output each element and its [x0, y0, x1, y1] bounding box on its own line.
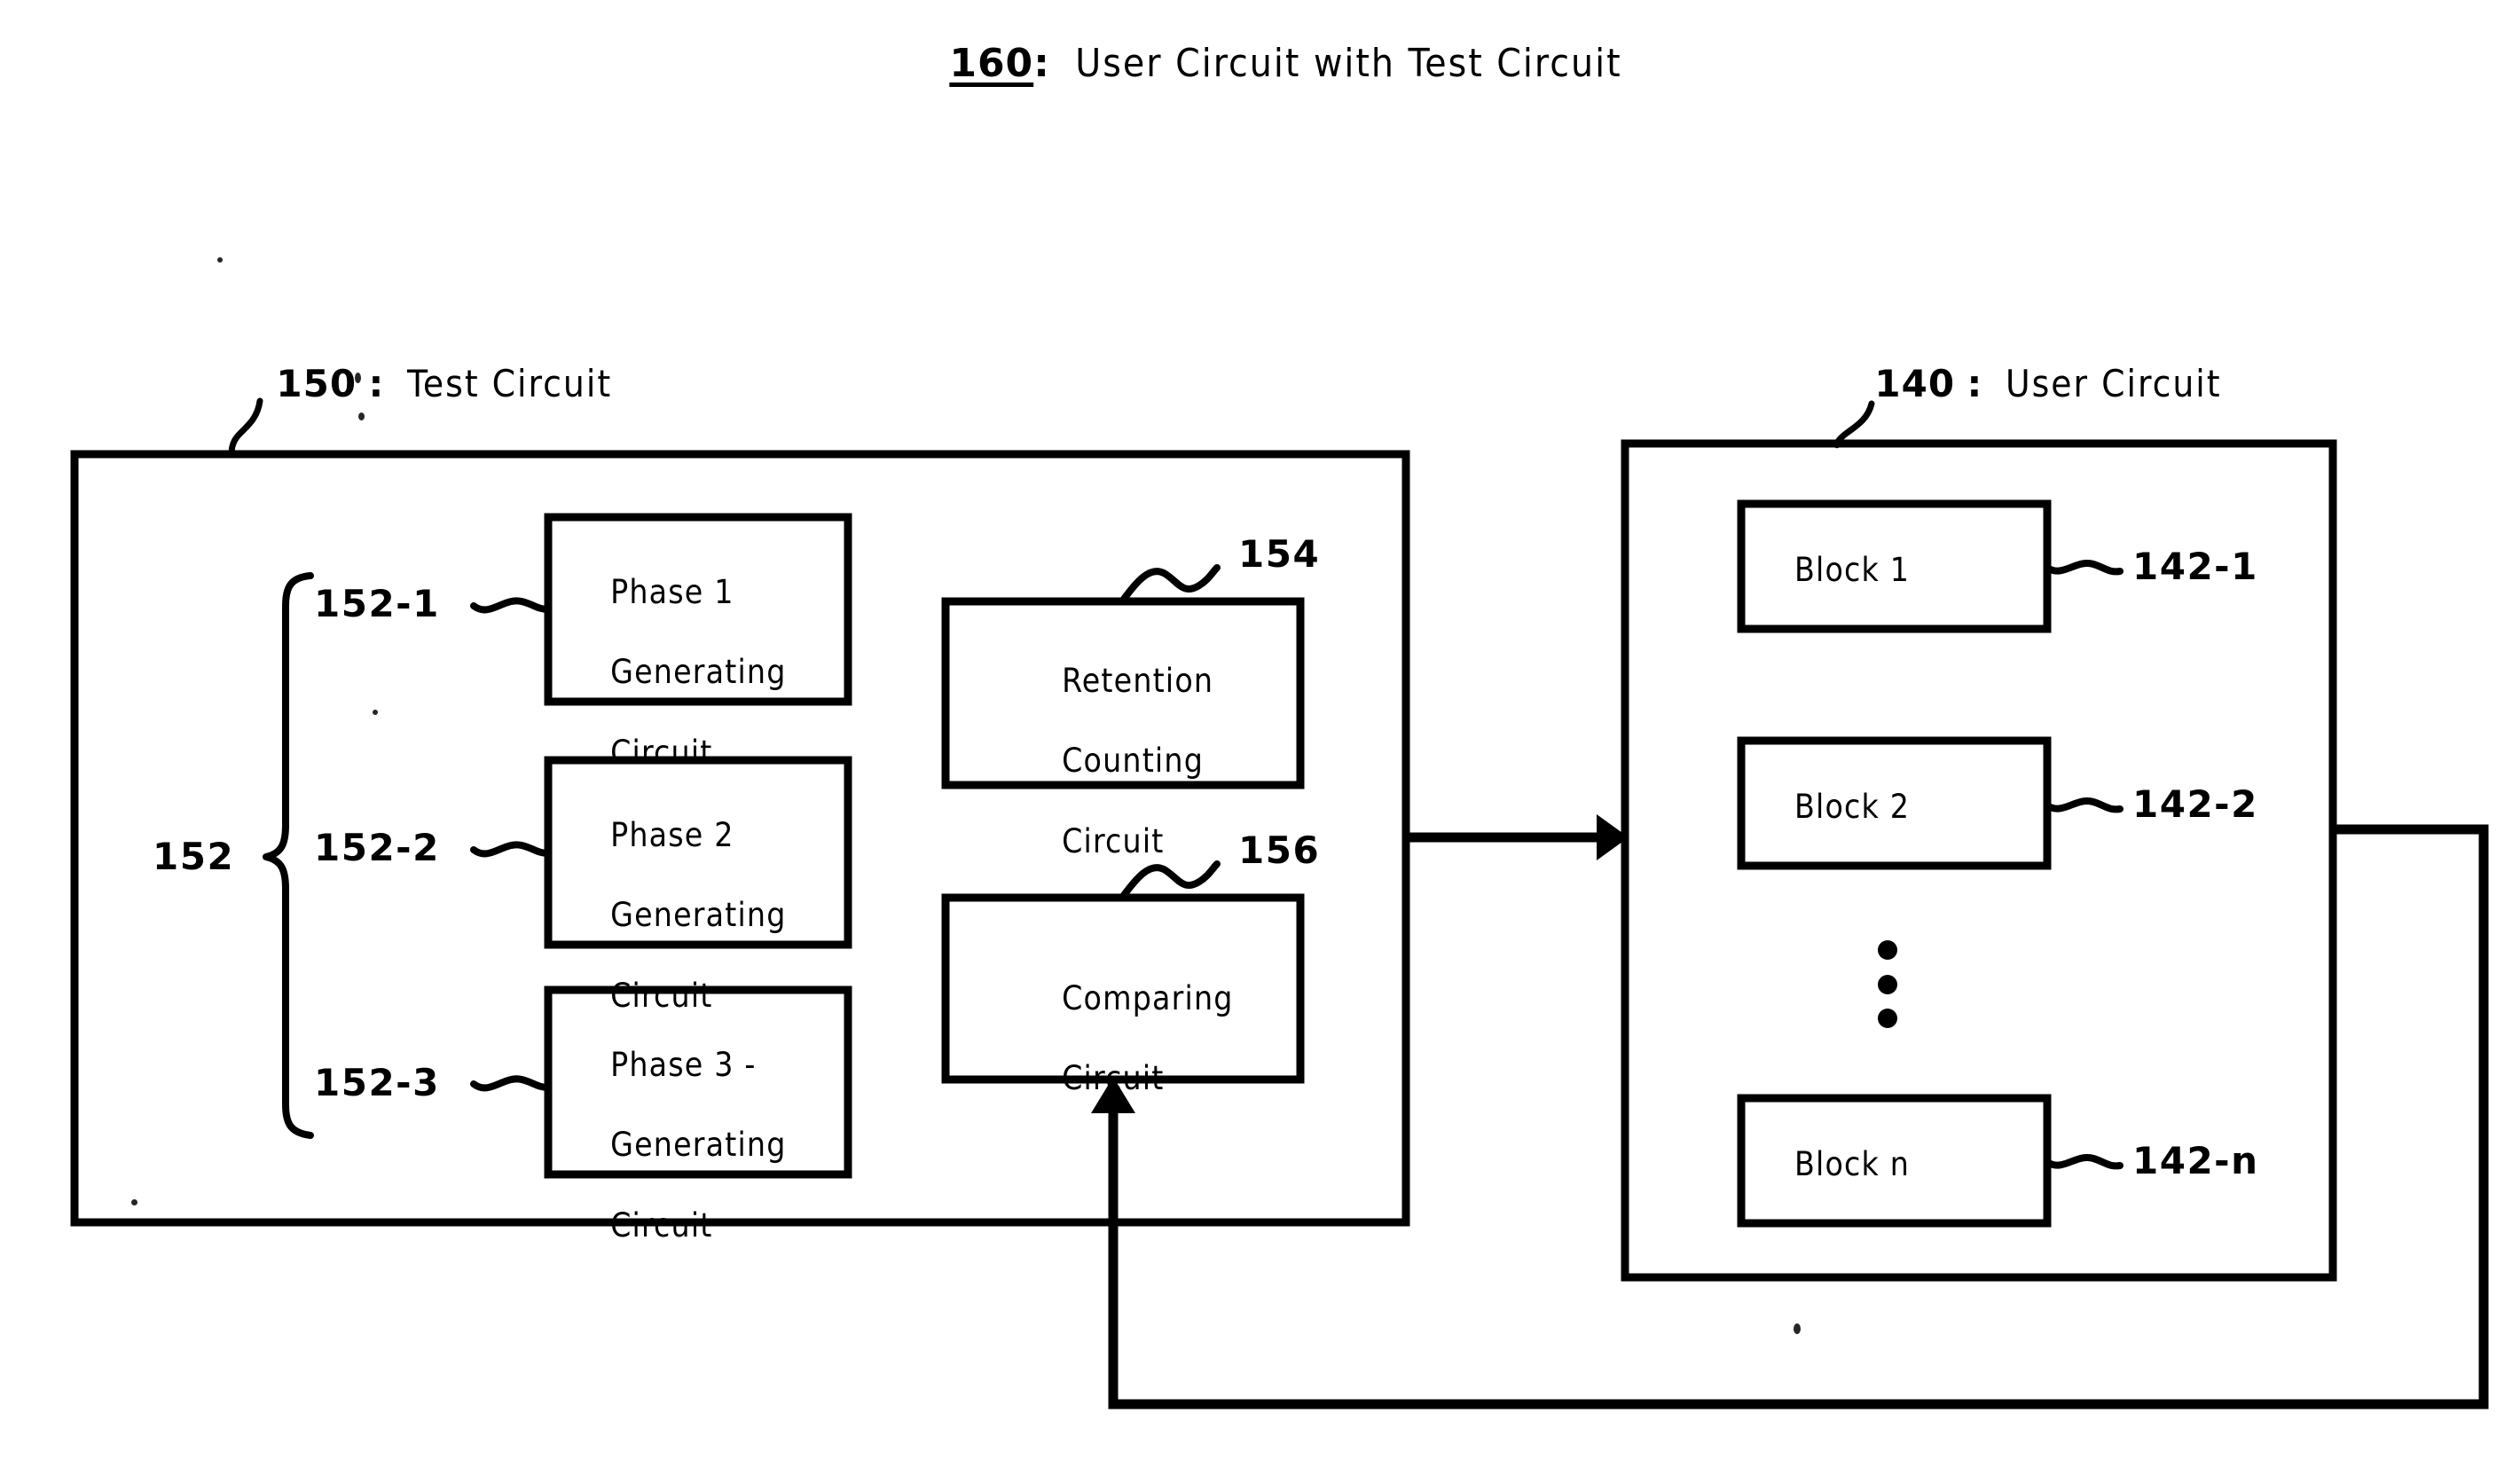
figure-title-separator: :: [1033, 41, 1050, 86]
block-2-label: Block 2: [1794, 788, 1911, 826]
scan-artifact-speck: [355, 373, 361, 383]
retention-label-line1: Retention: [1062, 662, 1214, 701]
comparing-label-line1: Comparing: [1062, 979, 1234, 1018]
user-circuit-header-number: 140: [1874, 362, 1956, 405]
retention-counting-circuit-label: Retention Counting Circuit: [1020, 621, 1213, 901]
scan-artifact-speck: [217, 257, 223, 263]
figure-title-caption: User Circuit with Test Circuit: [1075, 41, 1622, 86]
phase1-generating-circuit-label: Phase 1 Generating Circuit: [569, 532, 787, 813]
block-n-ref-leader: [2044, 1153, 2124, 1170]
block-2-ref-label: 142-2: [2132, 782, 2258, 826]
user-circuit-header: 140 : User Circuit: [1827, 328, 2222, 440]
phase1-ref-leader: [470, 597, 552, 614]
block-ellipsis-dot: [1878, 1009, 1897, 1028]
retention-counter-ref-leader: [1119, 564, 1221, 605]
block-ellipsis-dot: [1878, 940, 1897, 960]
test-circuit-header-caption: Test Circuit: [406, 362, 613, 405]
phase2-label-line1: Phase 2: [610, 816, 734, 855]
user-circuit-header-caption: User Circuit: [2005, 362, 2222, 405]
phase3-ref-leader: [470, 1075, 552, 1092]
user-circuit-header-separator: :: [1967, 362, 1982, 405]
figure-title-number: 160: [949, 41, 1034, 86]
phase2-ref-label: 152-2: [314, 826, 440, 869]
phase3-label-line1: Phase 3 -: [610, 1046, 757, 1085]
phase1-ref-label: 152-1: [314, 582, 440, 625]
diagram-vector-layer: [70, 397, 2489, 1409]
generator-group-brace: [263, 572, 314, 1139]
block-ellipsis-dot: [1878, 975, 1897, 994]
comparing-label-line2: Circuit: [1062, 1059, 1165, 1098]
scan-artifact-speck: [131, 1199, 137, 1205]
phase3-generating-circuit-label: Phase 3 - Generating Circuit: [569, 1005, 787, 1285]
test-circuit-header-separator: :: [368, 362, 384, 405]
retention-counting-circuit-ref-label: 154: [1238, 532, 1321, 576]
patent-figure-160: 160: User Circuit with Test Circuit 150 …: [0, 0, 2520, 1484]
test-circuit-header: 150 : Test Circuit: [229, 328, 612, 440]
phase3-label-line3: Circuit: [610, 1205, 713, 1245]
block-n-ref-label: 142-n: [2132, 1139, 2259, 1182]
phase3-label-line2: Generating: [610, 1126, 787, 1165]
retention-label-line2: Counting: [1062, 742, 1205, 781]
scan-artifact-speck: [373, 710, 378, 715]
scan-artifact-speck: [1794, 1323, 1801, 1334]
block-1-label: Block 1: [1794, 551, 1911, 589]
block-n-label: Block n: [1794, 1145, 1911, 1183]
block-2-ref-leader: [2044, 797, 2124, 813]
comparing-circuit-ref-label: 156: [1238, 828, 1321, 872]
phase1-label-line2: Generating: [610, 653, 787, 692]
comparing-circuit-label: Comparing Circuit: [1020, 938, 1234, 1139]
figure-title: 160: User Circuit with Test Circuit: [0, 5, 2520, 122]
block-1-ref-leader: [2044, 559, 2124, 576]
phase3-ref-label: 152-3: [314, 1061, 440, 1104]
phase2-ref-leader: [470, 841, 552, 858]
block-1-ref-label: 142-1: [2132, 545, 2258, 588]
test-circuit-header-number: 150: [276, 362, 357, 405]
scan-artifact-speck: [358, 412, 365, 420]
generator-group-ref-label: 152: [153, 835, 235, 878]
phase1-label-line1: Phase 1: [610, 573, 734, 612]
phase2-label-line2: Generating: [610, 896, 787, 935]
phase1-label-line3: Circuit: [610, 733, 713, 772]
retention-label-line3: Circuit: [1062, 821, 1165, 860]
